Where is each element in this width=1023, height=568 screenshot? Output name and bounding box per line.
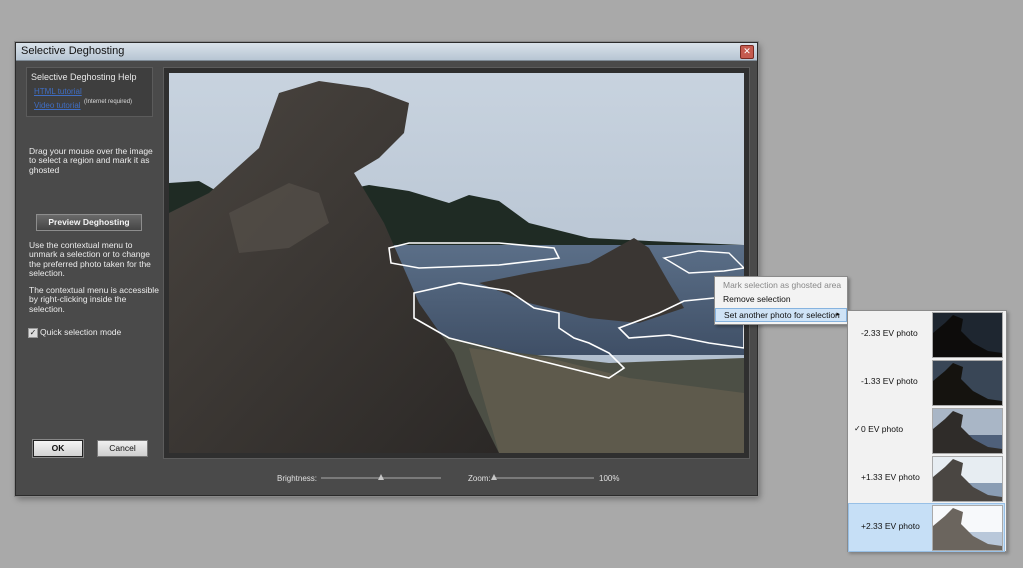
internet-required-note: (Internet required) <box>84 99 133 105</box>
photo-option-plus-1-33[interactable]: +1.33 EV photo <box>849 455 1004 502</box>
photo-thumbnail <box>932 408 1003 454</box>
ok-button[interactable]: OK <box>32 439 84 458</box>
quick-selection-checkbox[interactable]: ✓ <box>28 328 38 338</box>
photo-option-label: +2.33 EV photo <box>861 521 920 531</box>
preview-deghosting-button[interactable]: Preview Deghosting <box>36 214 142 231</box>
deghosting-dialog: Selective Deghosting ✕ Selective Deghost… <box>15 42 758 496</box>
photo-thumbnail <box>932 312 1003 358</box>
video-tutorial-link[interactable]: Video tutorial <box>34 101 81 110</box>
photo-option-minus-2-33[interactable]: -2.33 EV photo <box>849 311 1004 358</box>
brightness-slider-thumb[interactable] <box>378 474 384 480</box>
close-icon[interactable]: ✕ <box>740 45 754 59</box>
photo-option-label: -2.33 EV photo <box>861 328 918 338</box>
context-menu-instructions: Use the contextual menu to unmark a sele… <box>29 240 151 279</box>
submenu-arrow-icon: ▸ <box>836 311 840 318</box>
html-tutorial-link[interactable]: HTML tutorial <box>34 87 82 96</box>
menu-item-set-another-photo[interactable]: Set another photo for selection ▸ <box>715 308 847 322</box>
photo-submenu: -2.33 EV photo -1.33 EV photo ✓ 0 EV pho… <box>847 310 1007 552</box>
title-bar[interactable]: Selective Deghosting ✕ <box>16 43 757 61</box>
zoom-slider-thumb[interactable] <box>491 474 497 480</box>
zoom-slider-track[interactable] <box>494 477 594 479</box>
zoom-label: Zoom: <box>468 474 491 483</box>
hdr-photo-canvas[interactable] <box>169 73 744 453</box>
cancel-button[interactable]: Cancel <box>97 440 148 457</box>
photo-option-0[interactable]: ✓ 0 EV photo <box>849 407 1004 454</box>
drag-instructions: Drag your mouse over the image to select… <box>29 146 153 175</box>
menu-item-mark-ghosted: Mark selection as ghosted area <box>723 280 842 290</box>
help-panel: Selective Deghosting Help HTML tutorial … <box>26 67 153 117</box>
photo-option-plus-2-33[interactable]: +2.33 EV photo <box>848 503 1005 552</box>
zoom-value: 100% <box>599 474 620 483</box>
brightness-label: Brightness: <box>277 474 318 483</box>
help-title: Selective Deghosting Help <box>31 72 137 82</box>
photo-option-label: +1.33 EV photo <box>861 472 920 482</box>
menu-item-remove-selection[interactable]: Remove selection <box>715 292 847 306</box>
window-title: Selective Deghosting <box>21 45 125 57</box>
image-preview-frame <box>163 67 750 459</box>
photo-option-label: -1.33 EV photo <box>861 376 918 386</box>
photo-thumbnail <box>932 456 1003 502</box>
menu-item-set-another-photo-label: Set another photo for selection <box>724 310 840 320</box>
photo-thumbnail <box>932 505 1003 551</box>
photo-thumbnail <box>932 360 1003 406</box>
quick-selection-label: Quick selection mode <box>40 327 122 337</box>
context-access-instructions: The contextual menu is accessible by rig… <box>29 285 159 314</box>
checkmark-icon: ✓ <box>854 424 861 433</box>
context-menu: Mark selection as ghosted area Remove se… <box>714 276 848 325</box>
photo-option-minus-1-33[interactable]: -1.33 EV photo <box>849 359 1004 406</box>
photo-option-label: 0 EV photo <box>861 424 904 434</box>
